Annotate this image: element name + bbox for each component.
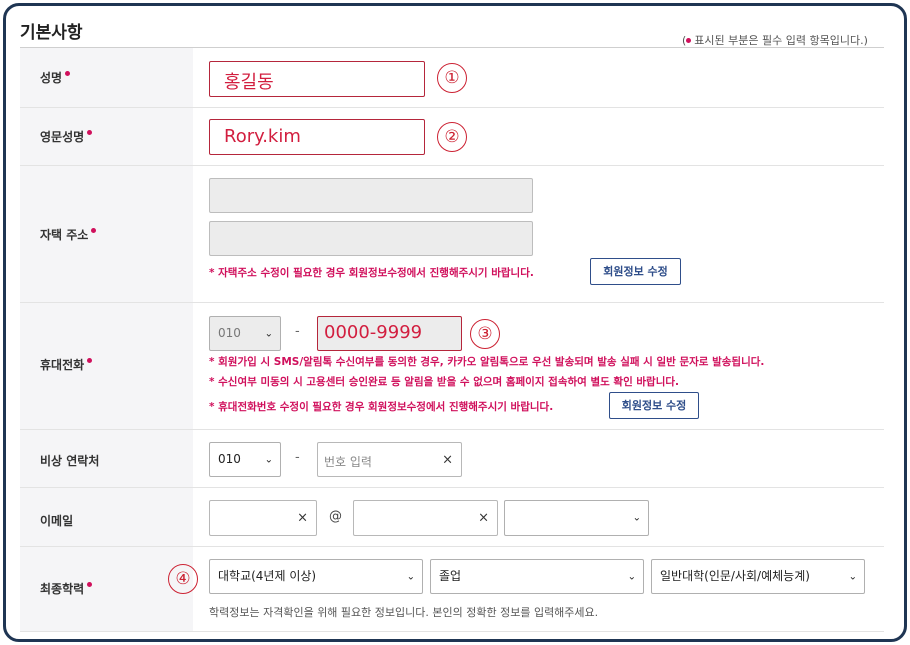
- required-note: (표시된 부분은 필수 입력 항목입니다.): [682, 32, 868, 48]
- mobile-prefix-value: 010: [218, 326, 241, 340]
- email-label: 이메일: [40, 514, 74, 528]
- emergency-label: 비상 연락처: [40, 454, 100, 468]
- education-label: 최종학력: [40, 580, 93, 597]
- required-dot-icon: [686, 37, 692, 43]
- emergency-number-input[interactable]: 번호 입력 ×: [317, 442, 462, 477]
- name-label: 성명: [40, 69, 71, 86]
- required-dot-icon: [91, 228, 97, 233]
- required-note-text: 표시된 부분은 필수 입력 항목입니다.: [694, 34, 864, 47]
- required-dot-icon: [87, 582, 93, 587]
- eng-name-input-value: Rory.kim: [224, 126, 301, 147]
- chevron-down-icon: ⌄: [848, 571, 857, 582]
- email-domain-input[interactable]: ×: [353, 500, 498, 536]
- mobile-warning-2: * 수신여부 미동의 시 고용센터 승인완료 등 알림을 받을 수 없으며 홈페…: [209, 376, 680, 388]
- mobile-number-value: 0000-9999: [324, 322, 423, 343]
- address-edit-button[interactable]: 회원정보 수정: [590, 258, 681, 285]
- chevron-down-icon: ⌄: [632, 512, 641, 524]
- name-input[interactable]: 홍길동: [209, 61, 425, 97]
- chevron-down-icon: ⌄: [627, 571, 636, 582]
- row-divider: [20, 487, 884, 488]
- education-status-value: 졸업: [439, 569, 462, 583]
- clear-icon[interactable]: ×: [442, 452, 453, 467]
- required-dot-icon: [87, 130, 93, 135]
- eng-name-input[interactable]: Rory.kim: [209, 119, 425, 155]
- row-divider: [20, 546, 884, 547]
- mobile-separator: -: [295, 324, 300, 339]
- email-id-input[interactable]: ×: [209, 500, 317, 536]
- row-divider: [20, 302, 884, 303]
- form-frame: 기본사항 (표시된 부분은 필수 입력 항목입니다.) 성명 홍길동 ① 영문성…: [3, 3, 907, 642]
- row-divider: [20, 47, 884, 48]
- address-line2-input[interactable]: [209, 221, 533, 256]
- required-dot-icon: [87, 358, 93, 363]
- emergency-prefix-select[interactable]: 010 ⌄: [209, 442, 281, 477]
- education-level-value: 대학교(4년제 이상): [218, 569, 317, 583]
- row-divider: [20, 631, 884, 632]
- education-field-value: 일반대학(인문/사회/예체능계): [660, 569, 810, 583]
- marker-4: ④: [168, 564, 198, 594]
- required-dot-icon: [65, 71, 71, 76]
- email-domain-select[interactable]: ⌄: [504, 500, 649, 536]
- mobile-number-input[interactable]: 0000-9999: [317, 316, 462, 351]
- marker-2: ②: [437, 122, 467, 152]
- clear-icon[interactable]: ×: [297, 511, 308, 526]
- section-title: 기본사항: [20, 23, 83, 43]
- row-divider: [20, 107, 884, 108]
- address-line1-input[interactable]: [209, 178, 533, 213]
- mobile-warning-1: * 회원가입 시 SMS/알림톡 수신여부를 동의한 경우, 카카오 알림톡으로…: [209, 356, 765, 368]
- emergency-number-placeholder: 번호 입력: [324, 455, 372, 469]
- chevron-down-icon: ⌄: [264, 328, 273, 339]
- emergency-separator: -: [295, 450, 300, 465]
- education-help-text: 학력정보는 자격확인을 위해 필요한 정보입니다. 본인의 정확한 정보를 입력…: [209, 606, 599, 619]
- row-divider: [20, 165, 884, 166]
- address-warning: * 자택주소 수정이 필요한 경우 회원정보수정에서 진행해주시기 바랍니다.: [209, 267, 534, 279]
- row-divider: [20, 429, 884, 430]
- clear-icon[interactable]: ×: [478, 511, 489, 526]
- education-status-select[interactable]: 졸업 ⌄: [430, 559, 644, 594]
- mobile-warning-3: * 휴대전화번호 수정이 필요한 경우 회원정보수정에서 진행해주시기 바랍니다…: [209, 401, 554, 413]
- mobile-edit-button[interactable]: 회원정보 수정: [609, 392, 699, 419]
- name-input-value: 홍길동: [224, 72, 274, 93]
- chevron-down-icon: ⌄: [406, 571, 415, 582]
- chevron-down-icon: ⌄: [264, 454, 273, 465]
- education-level-select[interactable]: 대학교(4년제 이상) ⌄: [209, 559, 423, 594]
- marker-3: ③: [470, 319, 500, 349]
- eng-name-label: 영문성명: [40, 128, 93, 145]
- required-note-close: ): [863, 34, 868, 47]
- marker-1: ①: [437, 63, 467, 93]
- education-field-select[interactable]: 일반대학(인문/사회/예체능계) ⌄: [651, 559, 865, 594]
- mobile-label: 휴대전화: [40, 356, 93, 373]
- mobile-prefix-select[interactable]: 010 ⌄: [209, 316, 281, 351]
- email-at-sign: @: [329, 509, 342, 524]
- emergency-prefix-value: 010: [218, 452, 241, 466]
- address-label: 자택 주소: [40, 226, 97, 243]
